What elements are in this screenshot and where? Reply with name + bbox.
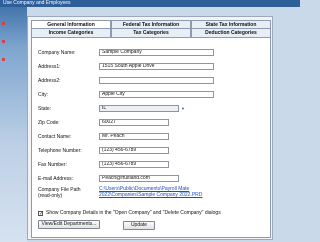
address2-label: Address2: — [38, 78, 61, 84]
background-window — [0, 0, 27, 242]
email-label: E-mail Address: — [38, 176, 74, 182]
file-path-readonly-label: (read-only) — [38, 193, 63, 199]
state-label: State: — [38, 106, 52, 112]
city-field[interactable]: Apple City — [99, 91, 214, 98]
update-button[interactable]: Update — [123, 221, 155, 230]
telephone-field[interactable]: (123) 456-6789 — [99, 147, 169, 154]
tab-deduction-categories[interactable]: Deduction Categories — [191, 28, 271, 37]
telephone-label: Telephone Number: — [38, 148, 82, 154]
tabs-row-2: Income Categories Tax Categories Deducti… — [31, 28, 271, 37]
company-file-path-link[interactable]: C:\Users\Public\Documents\Payroll Mate 2… — [99, 186, 227, 198]
status-marker-icon — [2, 58, 5, 61]
company-settings-dialog: General Information Federal Tax Informat… — [27, 16, 273, 240]
tab-income-categories[interactable]: Income Categories — [31, 28, 111, 37]
company-name-field[interactable]: Sample Company — [99, 49, 214, 56]
general-information-panel: Company Name: Sample Company Address1: 1… — [31, 37, 271, 238]
state-select[interactable]: IL — [99, 105, 179, 112]
status-marker-icon — [2, 22, 5, 25]
address1-label: Address1: — [38, 64, 61, 70]
contact-name-label: Contact Name: — [38, 134, 72, 140]
city-label: City: — [38, 92, 48, 98]
view-edit-departments-button[interactable]: View/Edit Departments... — [38, 220, 100, 229]
tab-tax-categories[interactable]: Tax Categories — [111, 28, 191, 37]
status-marker-icon — [2, 40, 5, 43]
company-name-label: Company Name: — [38, 50, 76, 56]
zip-code-field[interactable]: 60027 — [99, 119, 169, 126]
zip-code-label: Zip Code: — [38, 120, 60, 126]
show-details-label: Show Company Details in the "Open Compan… — [46, 210, 221, 216]
address2-field[interactable] — [99, 77, 214, 84]
fax-label: Fax Number: — [38, 162, 67, 168]
banner: Use Company and Employees — [0, 0, 300, 7]
fax-field[interactable]: (123) 456-6789 — [99, 161, 169, 168]
show-details-checkbox[interactable]: ✓ — [38, 211, 43, 217]
email-field[interactable]: Peach@fruitland.com — [99, 175, 179, 182]
chevron-down-icon[interactable]: ▼ — [181, 106, 185, 111]
address1-field[interactable]: 1515 South Apple Drive — [99, 63, 214, 70]
contact-name-field[interactable]: Mr. Peach — [99, 133, 169, 140]
